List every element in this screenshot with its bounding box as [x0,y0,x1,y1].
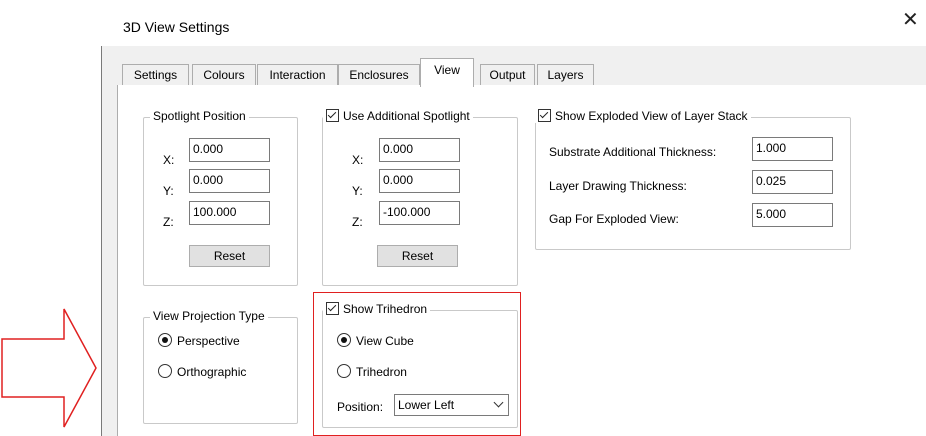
orthographic-label: Orthographic [177,365,247,379]
layer-thickness-field[interactable]: 0.025 [752,170,833,194]
additional-spotlight-legend[interactable]: Use Additional Spotlight [323,109,473,123]
exploded-view-label: Show Exploded View of Layer Stack [555,109,748,123]
annotation-arrow [1,308,97,428]
additional-y-field[interactable]: 0.000 [379,169,460,193]
spotlight-y-label: Y: [163,184,174,198]
tab-interaction[interactable]: Interaction [257,64,338,85]
additional-x-label: X: [352,153,364,167]
highlight-box [313,292,521,436]
spotlight-y-field[interactable]: 0.000 [189,169,270,193]
additional-z-label: Z: [352,215,363,229]
perspective-radio[interactable] [158,333,172,347]
substrate-thickness-label: Substrate Additional Thickness: [549,145,717,159]
additional-y-label: Y: [352,184,363,198]
exploded-view-checkbox[interactable] [538,109,551,122]
additional-x-field[interactable]: 0.000 [379,138,460,162]
spotlight-x-field[interactable]: 0.000 [189,138,270,162]
spotlight-z-label: Z: [163,215,174,229]
additional-spotlight-label: Use Additional Spotlight [343,109,470,123]
close-icon[interactable]: ✕ [902,10,919,30]
tab-view[interactable]: View [420,58,474,87]
tab-colours[interactable]: Colours [192,64,256,85]
perspective-label: Perspective [177,334,240,348]
spotlight-position-legend: Spotlight Position [150,109,249,123]
additional-reset-button[interactable]: Reset [377,245,458,267]
additional-spotlight-checkbox[interactable] [326,109,339,122]
dialog-title: 3D View Settings [123,19,230,35]
tab-layers[interactable]: Layers [537,64,594,85]
substrate-thickness-field[interactable]: 1.000 [752,137,833,161]
tab-enclosures[interactable]: Enclosures [338,64,420,85]
spotlight-x-label: X: [163,153,175,167]
exploded-view-legend[interactable]: Show Exploded View of Layer Stack [535,109,751,123]
orthographic-option[interactable]: Orthographic [158,364,246,379]
spotlight-reset-button[interactable]: Reset [189,245,270,267]
gap-exploded-field[interactable]: 5.000 [752,203,833,227]
orthographic-radio[interactable] [158,364,172,378]
projection-type-legend: View Projection Type [150,309,268,323]
perspective-option[interactable]: Perspective [158,333,240,348]
tab-settings[interactable]: Settings [122,64,189,85]
spotlight-z-field[interactable]: 100.000 [189,201,270,225]
additional-z-field[interactable]: -100.000 [379,201,460,225]
layer-thickness-label: Layer Drawing Thickness: [549,179,687,193]
tab-output[interactable]: Output [480,64,535,85]
gap-exploded-label: Gap For Exploded View: [549,212,679,226]
